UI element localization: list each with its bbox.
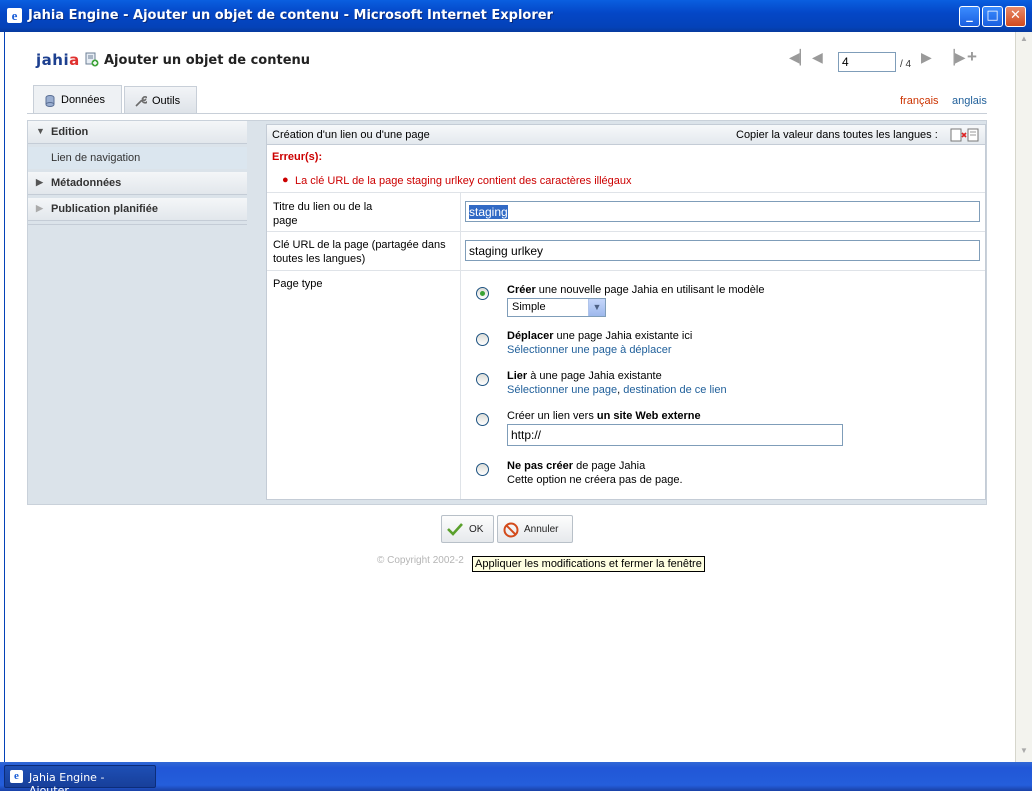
select-page-to-move-link[interactable]: Sélectionner une page à déplacer [507,344,672,356]
collapsed-arrow-icon: ▶ [36,203,43,213]
sidebar-item-lien-navigation[interactable]: Lien de navigation [28,147,247,169]
collapsed-arrow-icon: ▶ [36,177,43,187]
page-number-input[interactable] [838,52,896,72]
ie-icon: e [10,770,23,783]
first-page-icon[interactable]: ◀▏ [789,49,811,66]
sidebar-bottom-line [28,224,247,225]
database-icon [45,95,55,107]
urlkey-field-label: Clé URL de la page (partagée dans toutes … [273,239,446,265]
column-divider [460,193,461,499]
external-url-input[interactable]: http:// [507,424,843,446]
link-page-option-text: Lier à une page Jahia existante [507,370,662,382]
title-input[interactable]: staging [465,201,980,222]
close-button[interactable]: ✕ [1005,6,1026,27]
sidebar-section-edition[interactable]: ▼ Edition [28,121,247,144]
window-title: Jahia Engine - Ajouter un objet de conte… [28,8,553,23]
window-titlebar: e Jahia Engine - Ajouter un objet de con… [0,0,1032,32]
chevron-down-icon: ▼ [588,299,605,316]
create-page-option-text: Créer une nouvelle page Jahia en utilisa… [507,284,765,296]
copyright: © Copyright 2002-2 [377,555,464,566]
select-page-link[interactable]: Sélectionner une page [507,384,617,396]
add-content-icon [85,52,99,67]
move-page-option-text: Déplacer une page Jahia existante ici [507,330,693,342]
page-title: Ajouter un objet de contenu [104,53,311,68]
vertical-scrollbar[interactable]: ▲ ▼ [1015,32,1032,762]
template-select[interactable]: Simple ▼ [507,298,606,317]
ok-button[interactable]: OK [441,515,494,543]
maximize-button[interactable]: □ [982,6,1003,27]
link-page-links: Sélectionner une page, destination de ce… [507,384,727,396]
form-header: Création d'un lien ou d'une page Copier … [267,125,985,145]
tab-donnees-label: Données [61,94,106,106]
next-page-icon[interactable]: ▶ [921,49,932,66]
page-type-label: Page type [273,278,323,290]
no-page-option-text: Ne pas créer de page Jahia [507,460,646,472]
jahia-logo: jahia [36,51,80,69]
copy-languages-icon[interactable] [950,127,980,142]
row-divider [267,270,985,271]
no-page-description: Cette option ne créera pas de page. [507,474,683,486]
copy-all-languages-label: Copier la valeur dans toutes les langues… [736,129,938,141]
last-page-icon[interactable]: ▕▶ [944,49,966,66]
minimize-button[interactable]: _ [959,6,980,27]
urlkey-input[interactable]: staging urlkey [465,240,980,261]
lang-francais-link[interactable]: français [900,95,939,107]
taskbar-item-jahia[interactable]: e Jahia Engine - Ajouter... [4,765,156,797]
content-form: Création d'un lien ou d'une page Copier … [266,124,986,500]
external-link-radio[interactable] [476,413,489,426]
lang-anglais-link[interactable]: anglais [952,95,987,107]
tab-outils[interactable]: Outils [124,86,197,114]
external-link-option-text: Créer un lien vers un site Web externe [507,410,701,422]
previous-page-icon[interactable]: ◀ [812,49,823,66]
create-page-radio[interactable] [476,287,489,300]
expanded-arrow-icon: ▼ [36,126,45,136]
tab-outils-label: Outils [152,95,181,107]
tabs-divider [27,113,987,114]
scroll-down-icon[interactable]: ▼ [1018,746,1030,760]
cancel-icon [503,522,519,538]
checkmark-icon [447,523,463,536]
error-title: Erreur(s): [272,151,323,163]
wrench-icon [135,96,147,107]
row-divider [267,231,985,232]
taskbar: e Jahia Engine - Ajouter... [0,762,1032,797]
error-message: ● La clé URL de la page staging urlkey co… [282,174,632,187]
scroll-up-icon[interactable]: ▲ [1018,34,1030,48]
link-destination-link[interactable]: destination de ce lien [623,384,726,396]
link-page-radio[interactable] [476,373,489,386]
sidebar-section-publication[interactable]: ▶ Publication planifiée [28,198,247,221]
sidebar-section-metadonnees[interactable]: ▶ Métadonnées [28,172,247,195]
move-page-radio[interactable] [476,333,489,346]
cancel-button[interactable]: Annuler [497,515,573,543]
page-total: / 4 [900,59,912,70]
add-page-icon[interactable]: + [967,47,977,67]
title-field-label: Titre du lien ou de la page [273,201,373,227]
no-page-radio[interactable] [476,463,489,476]
tab-donnees[interactable]: Données [33,85,122,114]
ok-tooltip: Appliquer les modifications et fermer la… [472,556,705,572]
form-heading: Création d'un lien ou d'une page [272,129,430,141]
row-divider [267,192,985,193]
ie-icon: e [7,8,22,23]
